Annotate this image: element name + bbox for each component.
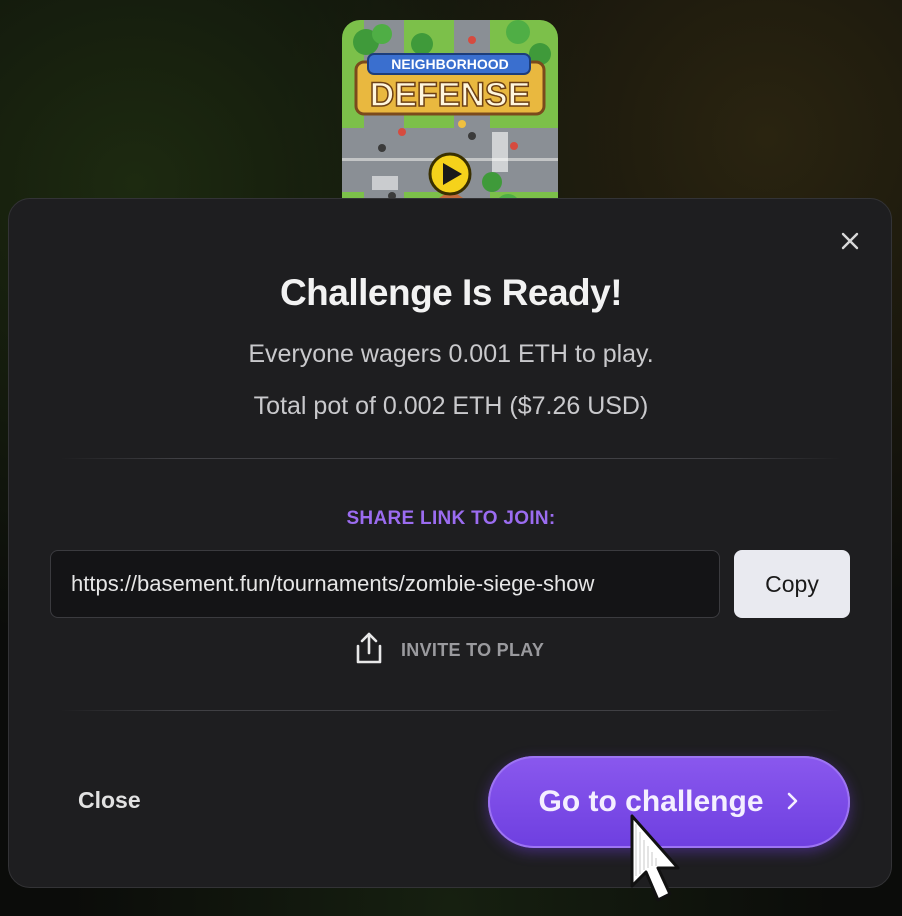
divider-top — [60, 458, 842, 459]
play-icon[interactable] — [428, 152, 472, 196]
mouse-cursor-icon — [626, 812, 690, 913]
invite-label: INVITE TO PLAY — [401, 639, 545, 660]
share-icon — [354, 631, 384, 670]
modal-title: Challenge Is Ready! — [279, 272, 623, 313]
share-url-input[interactable] — [50, 550, 720, 618]
pot-text: Total pot of 0.002 ETH ($7.26 USD) — [253, 392, 649, 420]
copy-button[interactable]: Copy — [734, 550, 850, 618]
close-button[interactable]: Close — [78, 787, 141, 814]
invite-to-play-button[interactable]: INVITE TO PLAY — [354, 632, 544, 668]
wager-text: Everyone wagers 0.001 ETH to play. — [248, 340, 654, 368]
chevron-right-icon — [786, 785, 800, 819]
game-title-main: DEFENSE — [370, 76, 531, 114]
share-label: SHARE LINK TO JOIN: — [346, 508, 556, 529]
close-icon[interactable] — [835, 226, 865, 256]
divider-bottom — [60, 710, 842, 711]
game-title-top: NEIGHBORHOOD — [391, 56, 508, 72]
